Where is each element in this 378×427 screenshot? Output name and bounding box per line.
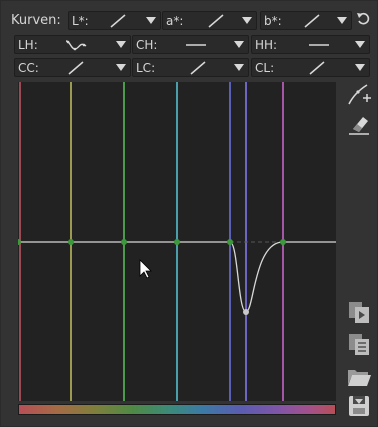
a-curve-label: a*: (166, 13, 184, 28)
curve-graph[interactable] (18, 82, 336, 401)
curves-row-1: Kurven: (11, 10, 65, 30)
folder-open-icon[interactable] (346, 363, 372, 389)
save-icon[interactable] (346, 393, 372, 419)
l-curve-combo[interactable]: L*: (68, 11, 161, 30)
a-curve-combo[interactable]: a*: (162, 11, 257, 30)
control-point[interactable] (280, 239, 286, 245)
lc-curve-combo[interactable]: LC: (132, 58, 249, 77)
curves-title-label: Kurven: (11, 12, 61, 28)
curve-linear-icon (309, 61, 325, 75)
lh-curve-combo[interactable]: LH: (14, 35, 131, 54)
reset-icon[interactable] (356, 12, 370, 26)
chevron-down-icon (234, 64, 244, 71)
control-point[interactable] (68, 239, 74, 245)
chevron-down-icon (116, 64, 126, 71)
eraser-icon[interactable] (346, 111, 372, 137)
copy-icon[interactable] (346, 299, 372, 325)
curve-wave-icon (65, 40, 87, 51)
b-curve-combo[interactable]: b*: (260, 11, 352, 30)
control-point[interactable] (227, 239, 233, 245)
chevron-down-icon (146, 17, 156, 24)
cc-curve-label: CC: (18, 60, 39, 75)
chevron-down-icon (337, 17, 347, 24)
control-point[interactable] (174, 239, 180, 245)
b-curve-label: b*: (264, 13, 282, 28)
hh-curve-combo[interactable]: HH: (251, 35, 370, 54)
curve-flat-icon (309, 44, 329, 46)
chevron-down-icon (355, 64, 365, 71)
curve-flat-icon (186, 44, 206, 46)
curve-linear-icon (68, 61, 84, 75)
curves-panel: Kurven: L*: a*: b*: LH: CH: HH: CC: LC: … (0, 0, 378, 427)
control-point[interactable] (121, 239, 127, 245)
chevron-down-icon (116, 41, 126, 48)
curve-edit-icon[interactable] (346, 81, 372, 107)
cl-curve-label: CL: (255, 60, 275, 75)
hh-curve-label: HH: (255, 37, 278, 52)
list-icon[interactable] (346, 331, 372, 357)
ch-curve-combo[interactable]: CH: (132, 35, 249, 54)
ch-curve-label: CH: (136, 37, 158, 52)
chevron-down-icon (355, 41, 365, 48)
lc-curve-label: LC: (136, 60, 156, 75)
control-point-selected[interactable] (243, 309, 249, 315)
curve-linear-icon (190, 61, 206, 75)
hue-gradient-bar (18, 404, 336, 415)
curve-linear-icon (208, 14, 224, 28)
l-curve-label: L*: (72, 13, 89, 28)
curve-linear-icon (304, 14, 320, 28)
cl-curve-combo[interactable]: CL: (251, 58, 370, 77)
chevron-down-icon (234, 41, 244, 48)
chevron-down-icon (242, 17, 252, 24)
cc-curve-combo[interactable]: CC: (14, 58, 131, 77)
curve-linear-icon (110, 14, 126, 28)
lh-curve-label: LH: (18, 37, 38, 52)
